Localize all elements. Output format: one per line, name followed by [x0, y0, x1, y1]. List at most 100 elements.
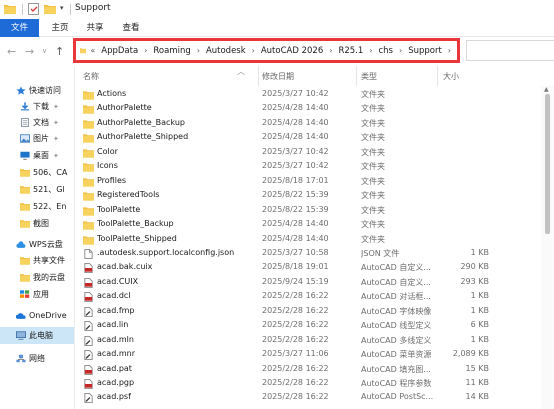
- file-row[interactable]: acad.mnr 2025/3/27 11:06 AutoCAD 菜单资源 2,089…: [75, 348, 541, 362]
- sidebar-item[interactable]: 截图: [0, 215, 74, 232]
- edit-file-icon: [84, 393, 93, 404]
- file-row[interactable]: acad.dcl 2025/2/28 16:22 AutoCAD 对话框... 1 K…: [75, 290, 541, 304]
- breadcrumb-item[interactable]: Roaming: [153, 46, 190, 56]
- sidebar-item[interactable]: 521、Gl: [0, 181, 74, 198]
- pin-icon: ✦: [53, 118, 59, 127]
- file-row[interactable]: ToolPalette 2025/8/22 15:39 文件夹: [75, 204, 541, 218]
- file-row[interactable]: Icons 2025/3/27 10:42 文件夹: [75, 160, 541, 174]
- sidebar-item[interactable]: 网络: [0, 350, 74, 367]
- column-size[interactable]: 大小: [443, 71, 459, 82]
- file-size: 11 KB: [465, 378, 489, 387]
- file-date: 2025/3/27 10:58: [262, 247, 329, 257]
- forward-icon[interactable]: →: [25, 45, 34, 58]
- sidebar-item[interactable]: 文档 ✦: [0, 114, 74, 131]
- file-type: 文件夹: [361, 118, 385, 128]
- file-row[interactable]: AuthorPalette 2025/4/28 14:40 文件夹: [75, 102, 541, 116]
- file-size: 14 KB: [465, 392, 489, 402]
- sidebar-item[interactable]: 506、CA: [0, 164, 74, 181]
- folder-icon: [83, 235, 94, 245]
- up-icon[interactable]: ↑: [55, 45, 64, 58]
- file-row[interactable]: Profiles 2025/8/18 17:01 文件夹: [75, 175, 541, 189]
- file-row[interactable]: acad.pgp 2025/2/28 16:22 AutoCAD 程序参数 11 KB: [75, 377, 541, 391]
- scroll-up-icon[interactable]: ▲: [544, 86, 549, 93]
- file-row[interactable]: ToolPalette_Shipped 2025/4/28 14:40 文件夹: [75, 233, 541, 247]
- title-bar: ▾ Support: [0, 0, 554, 19]
- tab-share[interactable]: 共享: [80, 19, 110, 37]
- breadcrumb-chevron-icon[interactable]: ›: [448, 46, 451, 55]
- tab-file[interactable]: 文件: [0, 19, 39, 37]
- file-row[interactable]: RegisteredTools 2025/8/22 15:39 文件夹: [75, 189, 541, 203]
- breadcrumb-chevron-icon[interactable]: ›: [252, 46, 255, 55]
- pin-icon: ✦: [53, 134, 59, 143]
- breadcrumb-chevron-icon[interactable]: ›: [399, 46, 402, 55]
- document-icon: [21, 118, 29, 127]
- cad-file-icon: [84, 292, 93, 303]
- file-type: AutoCAD PostSc...: [361, 392, 433, 402]
- sidebar-item[interactable]: 此电脑: [0, 327, 74, 344]
- breadcrumb-item[interactable]: AppData: [101, 46, 138, 56]
- address-bar[interactable]: « AppData › Roaming › Autodesk › AutoCAD 2026 ›…: [73, 38, 460, 63]
- column-divider[interactable]: [356, 66, 357, 86]
- sidebar-item[interactable]: 共享文件: [0, 252, 74, 269]
- column-divider[interactable]: [437, 66, 438, 86]
- file-row[interactable]: acad.lin 2025/2/28 16:22 AutoCAD 线型定义 6 KB: [75, 319, 541, 333]
- tab-home[interactable]: 主页: [45, 19, 75, 37]
- sidebar-item[interactable]: WPS云盘: [0, 236, 74, 253]
- breadcrumb-item[interactable]: Autodesk: [206, 46, 246, 56]
- file-row[interactable]: acad.mln 2025/2/28 16:22 AutoCAD 多线定义 1 KB: [75, 334, 541, 348]
- breadcrumb-item[interactable]: chs: [378, 46, 393, 56]
- navigation-pane: 快速访问 下载 ✦ 文档 ✦ 图片 ✦ 桌面 ✦ 506、CA 521、Gl 522、En 截图 WPS云…: [0, 66, 74, 409]
- breadcrumb-item[interactable]: AutoCAD 2026: [261, 46, 323, 56]
- column-header: ︿ 名称 修改日期 类型 大小: [75, 66, 554, 86]
- sidebar-item[interactable]: 快速访问: [0, 82, 74, 99]
- file-row[interactable]: .autodesk.support.localconfig.json 2025/3…: [75, 247, 541, 261]
- sidebar-item[interactable]: 下载 ✦: [0, 98, 74, 115]
- breadcrumb-chevron-icon[interactable]: ›: [369, 46, 372, 55]
- file-row[interactable]: acad.fmp 2025/2/28 16:22 AutoCAD 字体映像 1 KB: [75, 305, 541, 319]
- file-row[interactable]: Actions 2025/3/27 10:42 文件夹: [75, 88, 541, 102]
- sidebar-item-label: 521、Gl: [33, 185, 65, 194]
- quick-access-dropdown-icon[interactable]: ▾: [60, 4, 68, 14]
- breadcrumb-item[interactable]: R25.1: [338, 46, 363, 56]
- breadcrumb-chevron-icon[interactable]: ›: [197, 46, 200, 55]
- folder-icon: [80, 48, 87, 54]
- file-size: 290 KB: [460, 262, 489, 272]
- file-name: AuthorPalette: [97, 103, 152, 113]
- back-icon[interactable]: ←: [7, 45, 16, 58]
- breadcrumb-item[interactable]: Support: [408, 46, 442, 56]
- new-folder-icon[interactable]: [44, 4, 56, 14]
- search-input[interactable]: [466, 40, 554, 61]
- properties-icon[interactable]: [28, 3, 39, 15]
- file-type: 文件夹: [361, 205, 385, 215]
- breadcrumb-chevron-icon[interactable]: ›: [144, 46, 147, 55]
- file-row[interactable]: AuthorPalette_Backup 2025/4/28 14:40 文件夹: [75, 117, 541, 131]
- column-date[interactable]: 修改日期: [262, 71, 294, 82]
- file-row[interactable]: acad.psf 2025/2/28 16:22 AutoCAD PostSc...…: [75, 391, 541, 405]
- breadcrumb-chevron-icon[interactable]: ›: [329, 46, 332, 55]
- file-row[interactable]: ToolPalette_Backup 2025/4/28 14:40 文件夹: [75, 218, 541, 232]
- sidebar-item[interactable]: 桌面 ✦: [0, 147, 74, 164]
- file-row[interactable]: AuthorPalette_Shipped 2025/4/28 14:40 文件夹: [75, 131, 541, 145]
- cloud-icon: [16, 241, 26, 248]
- column-divider[interactable]: [258, 66, 259, 86]
- sidebar-item[interactable]: 图片 ✦: [0, 130, 74, 147]
- tab-view[interactable]: 查看: [116, 19, 146, 37]
- sidebar-item[interactable]: 我的云盘: [0, 269, 74, 286]
- file-row[interactable]: acad.bak.cuix 2025/8/18 19:01 AutoCAD 自定义.…: [75, 261, 541, 275]
- file-row[interactable]: acad.CUIX 2025/9/24 15:19 AutoCAD 自定义... 29…: [75, 276, 541, 290]
- sidebar-item[interactable]: 522、En: [0, 198, 74, 215]
- recent-locations-icon[interactable]: ∨: [42, 47, 47, 55]
- file-row[interactable]: acad.pat 2025/2/28 16:22 AutoCAD 填充图... 15 …: [75, 363, 541, 377]
- file-icon: [84, 248, 93, 259]
- overflow-icon[interactable]: «: [90, 46, 95, 55]
- column-name[interactable]: 名称: [83, 71, 99, 82]
- sidebar-item[interactable]: 应用: [0, 286, 74, 303]
- sidebar-item[interactable]: OneDrive: [0, 307, 74, 324]
- file-row[interactable]: Color 2025/3/27 10:42 文件夹: [75, 146, 541, 160]
- file-date: 2025/9/24 15:19: [262, 276, 329, 286]
- folder-icon: [83, 120, 94, 129]
- sidebar-item-label: 此电脑: [29, 331, 53, 340]
- scrollbar-thumb[interactable]: [545, 94, 550, 234]
- column-type[interactable]: 类型: [361, 71, 377, 82]
- vertical-scrollbar[interactable]: ▲: [541, 86, 554, 409]
